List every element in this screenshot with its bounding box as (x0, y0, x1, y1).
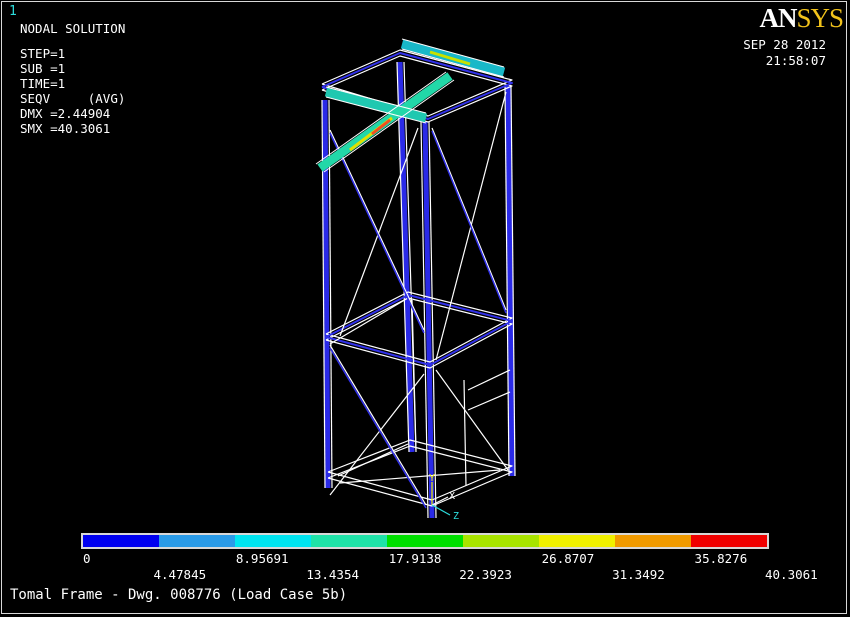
solution-info-separator (50, 91, 88, 106)
solution-info-row: DMX =2.44904 (20, 106, 125, 121)
ansys-logo: ANSYS (759, 3, 844, 33)
legend-label-lower: 4.47845 (153, 567, 207, 582)
solution-info-list: STEP=1 SUB =1 TIME=1 SEQV (AVG) DMX =2.44904… (20, 46, 125, 136)
solution-info-separator: = (50, 76, 58, 91)
solution-info-separator: = (50, 106, 58, 121)
solution-info-row: SUB =1 (20, 61, 125, 76)
solution-info-separator: = (50, 46, 58, 61)
plot-date: SEP 28 2012 (743, 37, 826, 52)
solution-info-value: 2.44904 (57, 106, 111, 121)
plot-caption: Tomal Frame - Dwg. 008776 (Load Case 5b) (10, 587, 348, 603)
solution-info-row: TIME=1 (20, 76, 125, 91)
legend-color-segment (83, 535, 159, 547)
legend-color-segment (159, 535, 235, 547)
legend-label-lower: 40.3061 (765, 567, 818, 582)
legend-color-segment (387, 535, 463, 547)
plot-time: 21:58:07 (765, 53, 826, 68)
legend-color-segment (235, 535, 311, 547)
solution-info-label: DMX (20, 106, 51, 121)
legend-color-segment (615, 535, 691, 547)
legend-color-segment (691, 535, 767, 547)
contour-legend-bar (81, 533, 769, 549)
graphics-viewport[interactable]: Y X Z 1 NODAL SOLUTION STEP=1 SUB =1 TIME=… (0, 0, 850, 617)
solution-info-row: SMX =40.3061 (20, 121, 125, 136)
triad-y-label: Y (429, 473, 435, 484)
solution-info-label: TIME (20, 76, 51, 91)
window-number: 1 (9, 4, 17, 19)
legend-label-upper: 26.8707 (541, 551, 595, 566)
triad-x-label: X (449, 491, 455, 502)
solution-info-value: 40.3061 (57, 121, 111, 136)
solution-info-label: SUB (20, 61, 51, 76)
solution-info-label: STEP (20, 46, 51, 61)
legend-color-segment (539, 535, 615, 547)
solution-info-label: SMX (20, 121, 51, 136)
legend-label-lower: 13.4354 (306, 567, 360, 582)
solution-info-separator: = (50, 61, 58, 76)
solution-info-value: 1 (57, 76, 66, 91)
solution-info-value: (AVG) (87, 91, 126, 106)
solution-info-value: 1 (57, 46, 66, 61)
legend-label-upper: 17.9138 (388, 551, 442, 566)
frame-structure (315, 38, 516, 519)
frame-model-plot: Y X Z (315, 38, 516, 522)
legend-label-upper: 35.8276 (694, 551, 748, 566)
legend-label-lower: 31.3492 (612, 567, 665, 582)
legend-color-segment (463, 535, 539, 547)
triad-z-label: Z (453, 511, 459, 522)
solution-info-value: 1 (57, 61, 66, 76)
solution-info-row: STEP=1 (20, 46, 125, 61)
solution-info-separator: = (50, 121, 58, 136)
legend-label-upper: 0 (83, 551, 91, 566)
solution-info-label: SEQV (20, 91, 51, 106)
plot-title: NODAL SOLUTION (20, 21, 126, 36)
legend-color-segment (311, 535, 387, 547)
legend-label-upper: 8.95691 (235, 551, 289, 566)
solution-info-row: SEQV (AVG) (20, 91, 125, 106)
legend-label-lower: 22.3923 (459, 567, 512, 582)
